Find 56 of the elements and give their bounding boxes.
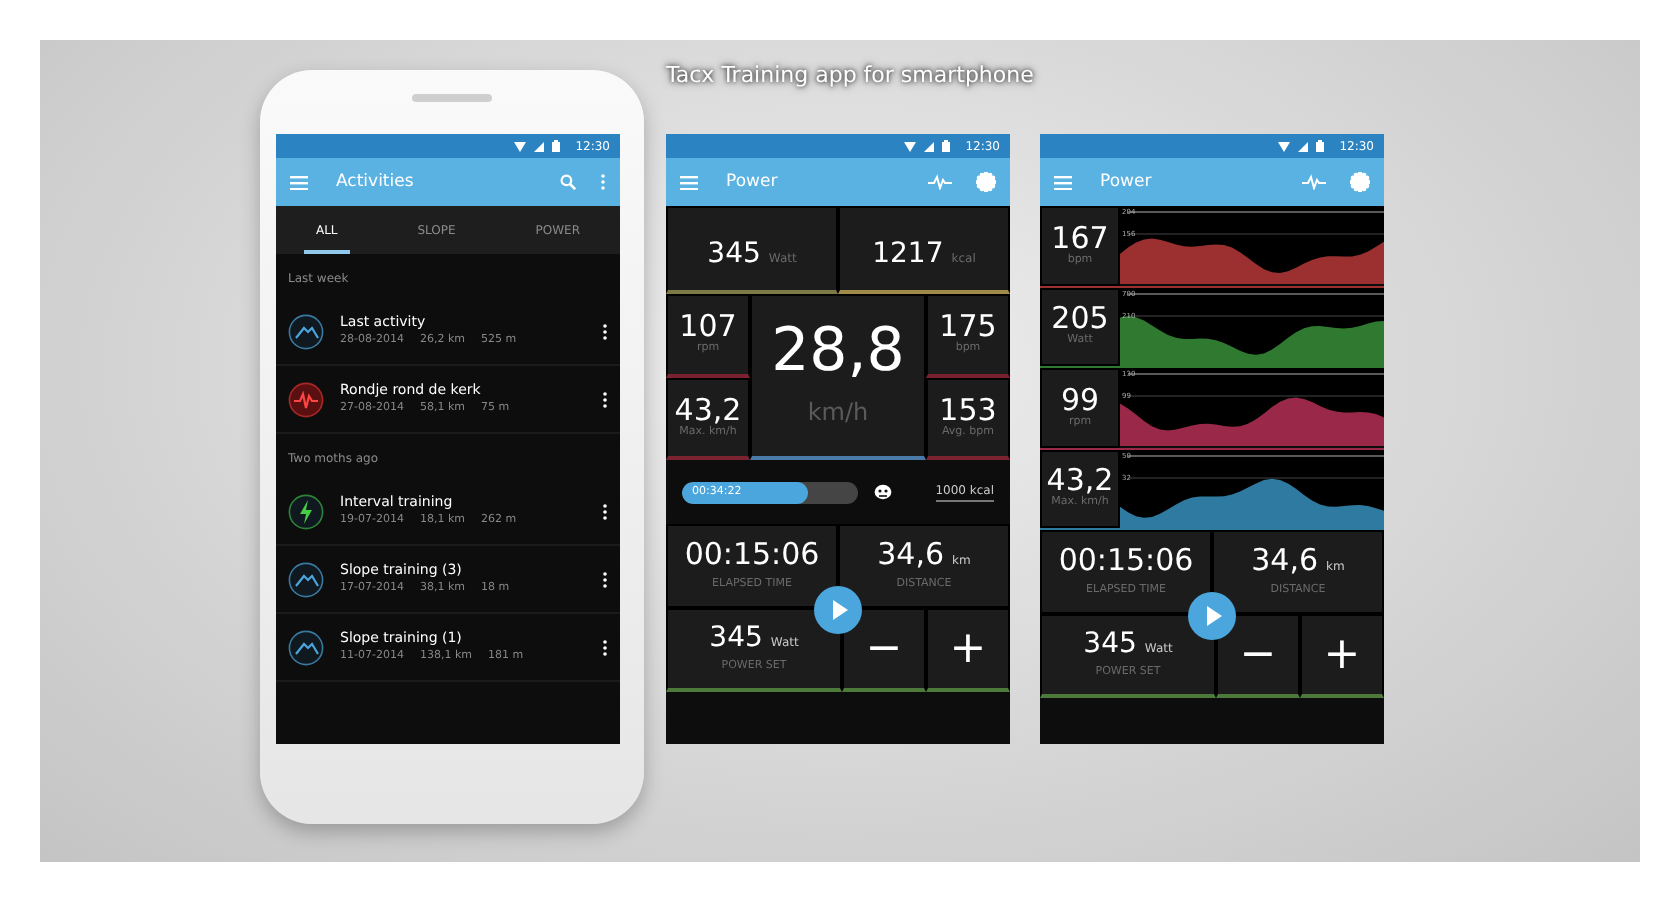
speed-unit: km/h	[807, 396, 869, 430]
stat-value: 345	[707, 240, 761, 268]
heartbeat-icon	[288, 381, 324, 417]
battery-icon	[1315, 140, 1324, 152]
mountain-icon	[288, 629, 324, 665]
app-title: Power	[726, 169, 778, 195]
mountain-icon	[288, 313, 324, 349]
more-icon[interactable]	[602, 503, 608, 519]
battery-icon	[551, 140, 560, 152]
stat-value: 167	[1051, 223, 1109, 254]
minus-button[interactable]: −	[842, 608, 926, 692]
app-title: Power	[1100, 169, 1152, 195]
stat-value: 43,2	[674, 395, 742, 426]
more-icon[interactable]	[602, 571, 608, 587]
play-button[interactable]	[814, 586, 862, 634]
mountain-icon	[288, 561, 324, 597]
speed-value: 28,8	[771, 322, 905, 382]
minus-button[interactable]: −	[1216, 614, 1300, 698]
plus-button[interactable]: +	[926, 608, 1010, 692]
stat-value: 153	[939, 395, 997, 426]
signal-icon	[923, 141, 934, 151]
more-icon[interactable]	[602, 391, 608, 407]
lightning-icon	[288, 493, 324, 529]
signal-icon	[533, 141, 544, 151]
wifi-icon	[1277, 141, 1290, 151]
pulse-icon[interactable]	[928, 174, 952, 190]
stat-value: 00:15:06	[684, 540, 820, 571]
battery-icon	[941, 140, 950, 152]
settings-icon[interactable]	[1350, 172, 1370, 192]
play-button[interactable]	[1188, 592, 1236, 640]
search-icon[interactable]	[560, 174, 576, 190]
settings-icon[interactable]	[976, 172, 996, 192]
wifi-icon	[903, 141, 916, 151]
menu-icon[interactable]	[1054, 175, 1072, 189]
pulse-icon[interactable]	[1302, 174, 1326, 190]
stat-value: 34,6	[877, 540, 945, 571]
more-icon[interactable]	[602, 639, 608, 655]
stat-value: 34,6	[1251, 546, 1319, 577]
stat-value: 00:15:06	[1058, 546, 1194, 577]
stat-value: 175	[939, 312, 997, 343]
more-icon[interactable]	[602, 323, 608, 339]
menu-icon[interactable]	[290, 175, 308, 189]
menu-icon[interactable]	[680, 175, 698, 189]
speaker-grille	[412, 94, 492, 102]
stat-value: 99	[1060, 385, 1100, 416]
stat-value: 43,2	[1046, 466, 1114, 497]
page-title: Tacx Training app for smartphone	[666, 60, 1037, 93]
wifi-icon	[513, 141, 526, 151]
signal-icon	[1297, 141, 1308, 151]
stat-value: 1217	[872, 240, 944, 268]
stat-value: 205	[1051, 304, 1109, 335]
stat-value: 345	[709, 624, 763, 653]
stat-value: 345	[1083, 630, 1137, 659]
plus-button[interactable]: +	[1300, 614, 1384, 698]
stat-value: 107	[679, 312, 737, 343]
app-title: Activities	[336, 169, 414, 195]
